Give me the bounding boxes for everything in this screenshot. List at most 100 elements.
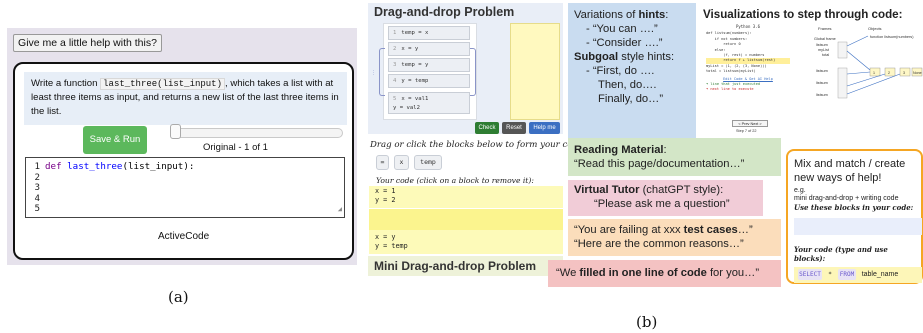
block-code: temp = y: [401, 62, 429, 68]
code-line: def last_three(list_input):: [45, 161, 195, 173]
mix-match-example: e.g. mini drag-and-drop + writing code: [794, 187, 915, 203]
prev-button[interactable]: < Prev: [738, 122, 749, 126]
line-number: 5: [34, 203, 40, 215]
mini-block-chip[interactable]: =: [376, 155, 389, 170]
drag-block[interactable]: 1 temp = x: [388, 26, 470, 40]
filled-line-box: “We filled in one line of code for you…”: [548, 260, 781, 287]
failing-text: “You are failing at xxx: [574, 224, 684, 236]
mini-code-top: x = 1 y = 2: [369, 186, 563, 208]
reading-heading: Reading Material:: [574, 143, 775, 157]
mini-block-chip[interactable]: x: [394, 155, 409, 170]
block-code: x = val1 y = val2: [393, 96, 429, 111]
reset-button[interactable]: Reset: [502, 122, 526, 134]
reading-colon: :: [663, 144, 667, 156]
mini-block-chip[interactable]: temp: [414, 155, 442, 170]
reading-bold: Reading Material: [574, 144, 664, 156]
version-slider[interactable]: [170, 128, 343, 138]
sql-block-chip[interactable]: SELECT: [798, 269, 822, 280]
subgoal-item: Finally, do…”: [598, 93, 664, 105]
subgoal-item: - “First, do ….: [586, 65, 655, 77]
failing-ellipsis: …”: [737, 224, 753, 236]
frame-box: [837, 41, 848, 59]
mini-blank-slot[interactable]: [369, 209, 563, 230]
code-input-line[interactable]: SELECT * FROM table_name: [794, 267, 922, 283]
frame-name: listsum: [816, 93, 828, 97]
block-number: 5: [393, 96, 397, 102]
filled-bold: filled in one line of code: [579, 267, 707, 279]
reading-material-box: Reading Material: “Read this page/docume…: [568, 138, 781, 176]
frame-box: [837, 67, 848, 99]
mix-match-title: Mix and match / create new ways of help!: [794, 158, 906, 184]
indent-bracket-icon: [470, 48, 476, 96]
frame-name: listsum: [816, 69, 828, 73]
hints-box: Variations of hints: - “You can ….” - “C…: [568, 3, 696, 151]
drag-block[interactable]: 2 x = y: [388, 42, 470, 56]
hints-heading-colon: :: [665, 9, 669, 21]
reasons-line: “Here are the common reasons…”: [574, 238, 744, 250]
frame-var: total: [822, 53, 829, 57]
visualizer-legend: ➜ next line to execute: [706, 87, 754, 92]
pointer-arrows: [846, 35, 901, 95]
activecode-label: ActiveCode: [158, 231, 210, 242]
legend-text: line that just executed: [710, 82, 761, 87]
drag-block[interactable]: 4 y = temp: [388, 74, 470, 88]
vtutor-heading: Virtual Tutor (chatGPT style):: [574, 183, 757, 197]
visualizer-code: Python 3.6 def listsum(numbers): if not …: [706, 24, 790, 118]
reading-quote: “Read this page/documentation…”: [574, 158, 745, 170]
block-number: 2: [393, 46, 397, 52]
resize-handle-icon[interactable]: ◢: [338, 204, 342, 215]
example-label: e.g.: [794, 187, 806, 194]
mini-your-code-label: Your code (click on a block to remove it…: [376, 176, 534, 185]
version-label: Original - 1 of 1: [203, 142, 268, 153]
visualizer-step: Step 7 of 22: [736, 129, 757, 133]
sql-star: *: [828, 271, 832, 278]
your-code-label: Your code (type and use blocks):: [794, 245, 888, 263]
problem-prompt: Write a function last_three(list_input),…: [24, 72, 347, 125]
version-slider-handle[interactable]: [170, 124, 181, 139]
line-number: 1: [34, 161, 40, 172]
help-button[interactable]: Give me a little help with this?: [13, 34, 162, 52]
subgoal-item: Then, do….: [598, 79, 657, 91]
drag-block[interactable]: 5x = val1 y = val2: [388, 92, 470, 114]
drag-handle-icon[interactable]: ⋮: [371, 70, 376, 76]
code-keyword: def: [45, 161, 68, 172]
mini-drag-drop-title: Mini Drag-and-drop Problem: [368, 256, 563, 276]
code-editor[interactable]: 1 2 3 4 5 def last_three(list_input): ◢: [25, 157, 345, 218]
mix-match-box: Mix and match / create new ways of help!…: [786, 149, 923, 284]
objects-label: Objects: [868, 26, 882, 31]
failing-bold: test cases: [683, 224, 738, 236]
hints-heading-text: Variations of: [574, 9, 639, 21]
failing-line: “You are failing at xxx test cases…”: [574, 223, 775, 237]
help-me-button[interactable]: Help me: [529, 122, 560, 134]
hint-item: - “Consider ….”: [586, 37, 663, 49]
drag-block[interactable]: 3 temp = y: [388, 58, 470, 72]
tuple-value: 2: [888, 71, 890, 75]
sql-block-chip[interactable]: FROM: [838, 269, 856, 280]
block-code: temp = x: [401, 30, 429, 36]
check-button[interactable]: Check: [475, 122, 499, 134]
example-text: mini drag-and-drop + writing code: [794, 195, 899, 202]
frame-var: myList: [818, 48, 830, 52]
block-bank[interactable]: [794, 218, 922, 235]
caption-a: (a): [168, 288, 189, 306]
block-number: 4: [393, 78, 397, 84]
visualizer-diagram: Frames Objects Global frame listsum myLi…: [814, 26, 923, 99]
code-params: (list_input):: [122, 161, 195, 172]
next-button[interactable]: Next >: [751, 122, 762, 126]
frame-var: listsum: [816, 43, 828, 47]
tuple-value: 3: [903, 71, 905, 75]
code-function-name: last_three: [67, 161, 123, 172]
legend-text: next line to execute: [710, 87, 754, 92]
frame-name: Global frame: [814, 37, 836, 41]
drop-target-area[interactable]: [510, 23, 560, 120]
use-blocks-label: Use these blocks in your code:: [794, 203, 914, 212]
hints-heading: Variations of hints:: [574, 8, 690, 22]
subgoal-heading: Subgoal style hints:: [574, 50, 690, 64]
subgoal-bold: Subgoal: [574, 51, 619, 63]
filled-text: “We: [556, 267, 580, 279]
vtutor-quote: “Please ask me a question”: [594, 198, 730, 210]
tuple-value: None: [913, 71, 922, 75]
block-code: y = temp: [401, 78, 429, 84]
mini-instruction: Drag or click the blocks below to form y…: [370, 140, 586, 150]
save-run-button[interactable]: Save & Run: [83, 126, 147, 154]
